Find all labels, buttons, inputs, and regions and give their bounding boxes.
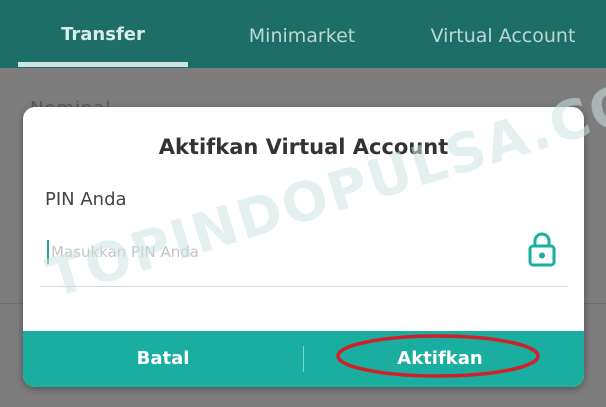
- footer-divider: [303, 346, 304, 372]
- activate-virtual-account-dialog: Aktifkan Virtual Account PIN Anda Batal …: [23, 107, 584, 387]
- lock-icon[interactable]: [527, 231, 557, 267]
- tab-virtual-account[interactable]: Virtual Account: [420, 0, 586, 68]
- dialog-title: Aktifkan Virtual Account: [158, 135, 449, 159]
- pin-input-underline: [40, 286, 568, 287]
- dialog-footer: Batal Aktifkan: [23, 331, 584, 387]
- activate-button[interactable]: Aktifkan: [323, 331, 557, 387]
- active-tab-indicator: [18, 62, 188, 67]
- pin-input[interactable]: [45, 235, 521, 269]
- tab-minimarket[interactable]: Minimarket: [222, 0, 382, 68]
- tab-transfer[interactable]: Transfer: [18, 0, 188, 68]
- pin-label: PIN Anda: [45, 189, 127, 210]
- top-tab-bar: Transfer Minimarket Virtual Account: [0, 0, 606, 68]
- cancel-button[interactable]: Batal: [23, 331, 303, 387]
